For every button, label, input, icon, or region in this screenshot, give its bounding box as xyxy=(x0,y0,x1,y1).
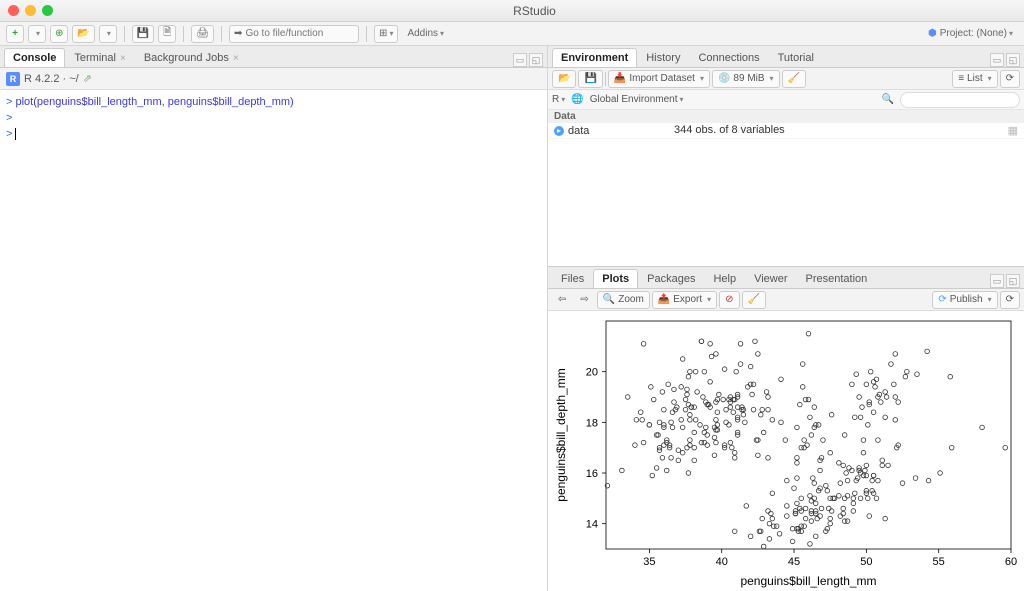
view-mode-button[interactable]: ≡ List xyxy=(952,70,997,88)
new-project-button[interactable]: ⊕ xyxy=(50,25,68,43)
goto-file-input[interactable]: ➡ xyxy=(229,25,359,43)
tab-connections[interactable]: Connections xyxy=(689,48,768,67)
expand-icon[interactable]: ▸ xyxy=(554,126,564,136)
open-recent-menu[interactable] xyxy=(99,25,117,43)
env-row[interactable]: ▸ data 344 obs. of 8 variables ▦ xyxy=(548,123,1024,139)
svg-text:35: 35 xyxy=(643,556,655,568)
maximize-pane-icon[interactable]: ◱ xyxy=(1006,53,1020,67)
env-var-name: data xyxy=(568,125,589,137)
minimize-window-icon[interactable] xyxy=(25,5,36,16)
addins-menu[interactable]: Addins xyxy=(402,25,449,43)
tab-tutorial[interactable]: Tutorial xyxy=(769,48,823,67)
export-button[interactable]: 📤 Export xyxy=(652,291,717,309)
window-title: RStudio xyxy=(53,4,1016,18)
console-header: R R 4.2.2 · ~/ ⇗ xyxy=(0,68,547,90)
main-toolbar: + ⊕ 📂 💾 🗎 🖨 ➡ ⊞ Addins ⬢Project: (None) xyxy=(0,22,1024,46)
save-all-button[interactable]: 🗎 xyxy=(158,25,176,43)
window-controls xyxy=(8,5,53,16)
wd-arrow-icon[interactable]: ⇗ xyxy=(83,72,92,85)
svg-text:18: 18 xyxy=(586,417,598,429)
clear-workspace-button[interactable]: 🧹 xyxy=(782,70,806,88)
save-button[interactable]: 💾 xyxy=(132,25,154,43)
globe-icon: 🌐 xyxy=(571,94,583,105)
plots-toolbar: ⇦ ⇨ 🔍 Zoom 📤 Export ⊘ 🧹 ⟳ Publish ⟳ xyxy=(548,289,1024,311)
svg-text:40: 40 xyxy=(716,556,728,568)
zoom-button[interactable]: 🔍 Zoom xyxy=(597,291,650,309)
svg-text:penguins$bill_length_mm: penguins$bill_length_mm xyxy=(740,574,876,588)
svg-text:45: 45 xyxy=(788,556,800,568)
environment-scope[interactable]: Global Environment xyxy=(590,94,684,105)
left-pane: Console Terminal× Background Jobs× ▭ ◱ R… xyxy=(0,46,548,591)
clear-plots-button[interactable]: 🧹 xyxy=(742,291,766,309)
close-window-icon[interactable] xyxy=(8,5,19,16)
new-file-menu[interactable] xyxy=(28,25,46,43)
scatter-plot: 35 40 45 50 55 60 14 16 18 20 penguins$bill_length… xyxy=(551,311,1021,591)
env-tabbar: Environment History Connections Tutorial… xyxy=(548,46,1024,68)
search-icon: 🔍 xyxy=(882,94,894,105)
open-file-button[interactable]: 📂 xyxy=(72,25,94,43)
publish-button[interactable]: ⟳ Publish xyxy=(932,291,997,309)
memory-usage-button[interactable]: 💿 89 MiB xyxy=(712,70,780,88)
minimize-pane-icon[interactable]: ▭ xyxy=(513,53,527,67)
svg-text:14: 14 xyxy=(586,519,598,531)
close-icon[interactable]: × xyxy=(120,53,126,64)
prev-plot-button[interactable]: ⇦ xyxy=(552,291,572,309)
maximize-pane-icon[interactable]: ◱ xyxy=(529,53,543,67)
tab-environment[interactable]: Environment xyxy=(552,48,637,67)
tab-background-jobs[interactable]: Background Jobs× xyxy=(135,48,248,67)
tab-viewer[interactable]: Viewer xyxy=(745,269,796,288)
plots-tabbar: Files Plots Packages Help Viewer Present… xyxy=(548,267,1024,289)
language-scope[interactable]: R xyxy=(552,94,565,105)
svg-text:16: 16 xyxy=(586,468,598,480)
tab-console[interactable]: Console xyxy=(4,48,65,67)
plots-pane: Files Plots Packages Help Viewer Present… xyxy=(548,267,1024,591)
close-icon[interactable]: × xyxy=(233,53,239,64)
save-workspace-button[interactable]: 💾 xyxy=(578,70,602,88)
svg-text:55: 55 xyxy=(933,556,945,568)
tab-terminal[interactable]: Terminal× xyxy=(65,48,134,67)
new-file-button[interactable]: + xyxy=(6,25,24,43)
import-dataset-button[interactable]: 📥 Import Dataset xyxy=(608,70,710,88)
refresh-plots-button[interactable]: ⟳ xyxy=(1000,291,1020,309)
cursor xyxy=(15,128,16,140)
env-var-value: 344 obs. of 8 variables xyxy=(674,124,1008,137)
next-plot-button[interactable]: ⇨ xyxy=(574,291,594,309)
refresh-button[interactable]: ⟳ xyxy=(1000,70,1020,88)
env-section-data: Data xyxy=(548,110,1024,123)
zoom-window-icon[interactable] xyxy=(42,5,53,16)
environment-pane: Environment History Connections Tutorial… xyxy=(548,46,1024,267)
env-scopebar: R 🌐 Global Environment 🔍 xyxy=(548,90,1024,110)
r-version-label: R 4.2.2 · ~/ xyxy=(24,73,79,85)
tab-history[interactable]: History xyxy=(637,48,689,67)
env-body: Data ▸ data 344 obs. of 8 variables ▦ xyxy=(548,110,1024,266)
tab-help[interactable]: Help xyxy=(704,269,745,288)
load-workspace-button[interactable]: 📂 xyxy=(552,70,576,88)
maximize-pane-icon[interactable]: ◱ xyxy=(1006,274,1020,288)
plot-area: 35 40 45 50 55 60 14 16 18 20 penguins$bill_length… xyxy=(548,311,1024,591)
grid-icon[interactable]: ▦ xyxy=(1008,124,1018,137)
env-toolbar: 📂 💾 📥 Import Dataset 💿 89 MiB 🧹 ≡ List ⟳ xyxy=(548,68,1024,90)
right-pane: Environment History Connections Tutorial… xyxy=(548,46,1024,591)
tab-files[interactable]: Files xyxy=(552,269,593,288)
tab-plots[interactable]: Plots xyxy=(593,269,638,288)
console-tabbar: Console Terminal× Background Jobs× ▭ ◱ xyxy=(0,46,547,68)
project-menu[interactable]: ⬢Project: (None) xyxy=(923,25,1018,43)
svg-text:50: 50 xyxy=(860,556,872,568)
env-search-input[interactable] xyxy=(900,92,1020,108)
tools-menu[interactable]: ⊞ xyxy=(374,25,398,43)
remove-plot-button[interactable]: ⊘ xyxy=(719,291,739,309)
r-icon: R xyxy=(6,72,20,86)
console-body[interactable]: > plot(penguins$bill_length_mm, penguins… xyxy=(0,90,547,591)
minimize-pane-icon[interactable]: ▭ xyxy=(990,53,1004,67)
tab-packages[interactable]: Packages xyxy=(638,269,704,288)
titlebar: RStudio xyxy=(0,0,1024,22)
svg-text:20: 20 xyxy=(586,367,598,379)
console-command: plot(penguins$bill_length_mm, penguins$b… xyxy=(15,96,293,108)
svg-text:penguins$bill_depth_mm: penguins$bill_depth_mm xyxy=(554,368,568,501)
tab-presentation[interactable]: Presentation xyxy=(797,269,877,288)
minimize-pane-icon[interactable]: ▭ xyxy=(990,274,1004,288)
print-button[interactable]: 🖨 xyxy=(191,25,214,43)
svg-text:60: 60 xyxy=(1005,556,1017,568)
